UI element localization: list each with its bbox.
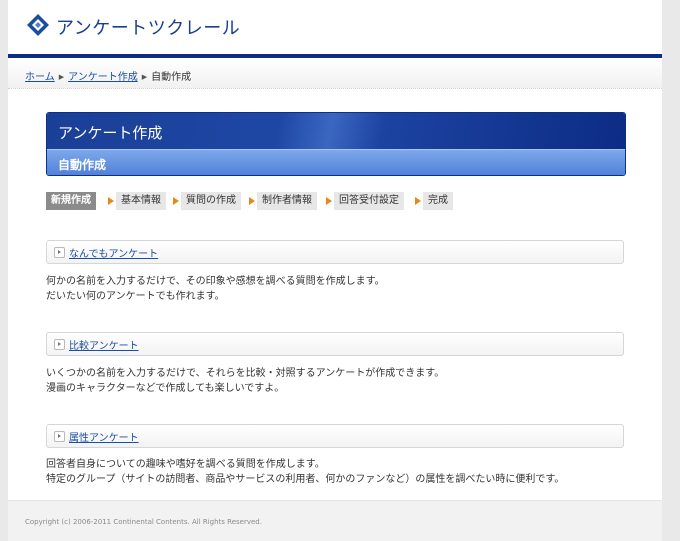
attribute-survey-link[interactable]: 属性アンケート — [69, 429, 139, 444]
breadcrumb-separator: ▶ — [58, 73, 65, 81]
description-line: いくつかの名前を入力するだけで、それらを比較・対照するアンケートが作成できます。 — [46, 368, 445, 379]
step-questions: 質問の作成 — [181, 192, 241, 210]
page-title: アンケート作成 — [58, 124, 163, 142]
comparison-survey-link[interactable]: 比較アンケート — [69, 337, 139, 352]
arrow-bullet-icon — [54, 339, 65, 350]
step-arrow-icon — [108, 197, 114, 205]
description-line: 特定のグループ（サイトの訪問者、商品やサービスの利用者、何かのファンなど）の属性… — [46, 474, 565, 485]
arrow-bullet-icon — [54, 247, 65, 258]
description-line: だいたい何のアンケートでも作れます。 — [46, 291, 225, 302]
step-arrow-icon — [326, 197, 332, 205]
attribute-survey-description: 回答者自身についての趣味や嗜好を調べる質問を作成します。 特定のグループ（サイト… — [46, 457, 636, 487]
breadcrumb-home-link[interactable]: ホーム — [25, 72, 55, 83]
description-line: 回答者自身についての趣味や嗜好を調べる質問を作成します。 — [46, 459, 325, 470]
arrow-bullet-icon — [54, 431, 65, 442]
breadcrumb-separator: ▶ — [141, 73, 148, 81]
anything-survey-description: 何かの名前を入力するだけで、その印象や感想を調べる質問を作成します。 だいたい何… — [46, 274, 636, 304]
page-title-box: アンケート作成 自動作成 — [46, 112, 626, 176]
page-subtitle: 自動作成 — [58, 158, 107, 172]
section-comparison-survey[interactable]: 比較アンケート — [46, 332, 624, 356]
step-arrow-icon — [415, 197, 421, 205]
anything-survey-link[interactable]: なんでもアンケート — [69, 245, 158, 260]
step-reception-settings: 回答受付設定 — [334, 192, 404, 210]
step-new: 新規作成 — [46, 192, 96, 210]
breadcrumb-survey-link[interactable]: アンケート作成 — [68, 72, 138, 83]
site-logo-text[interactable]: アンケートツクレール — [56, 14, 240, 40]
comparison-survey-description: いくつかの名前を入力するだけで、それらを比較・対照するアンケートが作成できます。… — [46, 366, 636, 396]
breadcrumb: ホーム ▶ アンケート作成 ▶ 自動作成 — [8, 58, 662, 89]
description-line: 何かの名前を入力するだけで、その印象や感想を調べる質問を作成します。 — [46, 276, 385, 287]
diamond-logo-icon[interactable] — [26, 13, 50, 37]
section-attribute-survey[interactable]: 属性アンケート — [46, 424, 624, 448]
site-header: アンケートツクレール — [8, 0, 662, 54]
step-basic-info: 基本情報 — [116, 192, 166, 210]
description-line: 漫画のキャラクターなどで作成しても楽しいですよ。 — [46, 383, 285, 394]
step-creator-info: 制作者情報 — [257, 192, 317, 210]
section-anything-survey[interactable]: なんでもアンケート — [46, 240, 624, 264]
site-footer: Copyright (c) 2006-2011 Continental Cont… — [8, 500, 662, 541]
copyright-text: Copyright (c) 2006-2011 Continental Cont… — [25, 518, 262, 526]
page: アンケートツクレール ホーム ▶ アンケート作成 ▶ 自動作成 アンケート作成 自動作成… — [8, 0, 662, 541]
step-arrow-icon — [173, 197, 179, 205]
step-arrow-icon — [249, 197, 255, 205]
breadcrumb-current: 自動作成 — [151, 72, 192, 83]
step-complete: 完成 — [423, 192, 453, 210]
